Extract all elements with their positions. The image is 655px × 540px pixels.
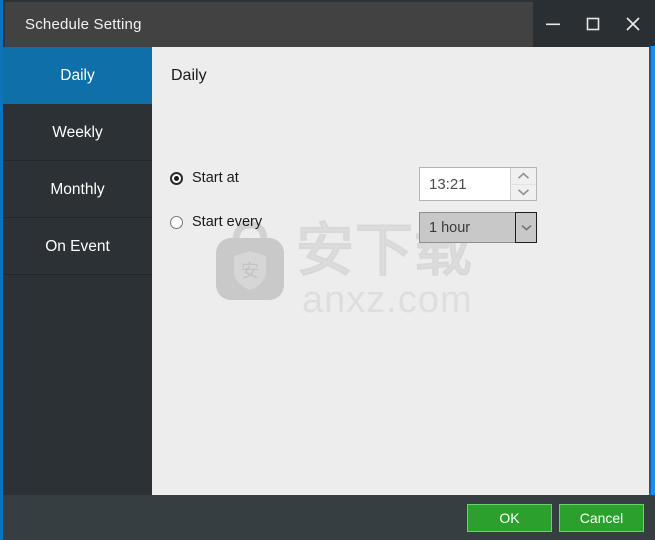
start-at-label: Start at [192,170,239,186]
minimize-button[interactable] [533,0,573,47]
close-icon [626,16,640,31]
ok-button[interactable]: OK [467,504,552,532]
sidebar-item-weekly[interactable]: Weekly [3,104,152,161]
sidebar-item-daily[interactable]: Daily [3,47,152,104]
shopping-bag-icon: 安 [216,221,284,300]
sidebar: Daily Weekly Monthly On Event [3,47,152,495]
minimize-icon [546,23,560,25]
interval-combobox[interactable]: 1 hour [419,212,537,243]
chevron-down-icon [521,225,531,231]
start-at-radio-group[interactable]: Start at [170,170,239,186]
close-button[interactable] [613,0,653,47]
start-at-time-spinbox[interactable]: 13:21 [419,167,537,201]
start-every-radio[interactable] [170,215,183,229]
sidebar-divider [3,274,152,275]
maximize-button[interactable] [573,0,613,47]
chevron-up-icon [517,172,530,179]
right-edge-accent [651,46,655,495]
start-every-label: Start every [192,214,263,230]
schedule-setting-window: Schedule Setting Daily Weekly Monthly On… [0,0,655,540]
chevron-down-icon [517,189,530,196]
sidebar-item-label: Monthly [50,180,105,198]
sidebar-item-label: Weekly [52,123,103,141]
sidebar-item-on-event[interactable]: On Event [3,218,152,275]
content-panel: Daily 安 安下载 anxz.com Start at 13:21 Star… [152,47,649,495]
interval-value: 1 hour [429,219,471,236]
page-title: Daily [171,67,207,84]
start-at-row: Start at [170,170,239,186]
title-bar[interactable]: Schedule Setting [5,2,533,47]
spin-down-button[interactable] [511,185,536,201]
footer-bar: OK Cancel [3,495,655,540]
watermark-domain: anxz.com [302,279,473,321]
spin-arrows [510,168,536,200]
sidebar-item-label: Daily [60,66,95,84]
spin-up-button[interactable] [511,168,536,185]
window-controls [533,0,655,47]
start-every-row: Start every [170,214,262,230]
start-at-radio[interactable] [170,171,183,185]
start-every-radio-group[interactable]: Start every [170,214,262,230]
cancel-button[interactable]: Cancel [559,504,644,532]
svg-text:安: 安 [241,261,259,282]
maximize-icon [586,17,600,30]
sidebar-item-label: On Event [45,237,110,255]
interval-dropdown-button[interactable] [515,212,537,243]
sidebar-item-monthly[interactable]: Monthly [3,161,152,218]
window-title: Schedule Setting [25,16,142,33]
start-at-time-value[interactable]: 13:21 [420,168,510,200]
